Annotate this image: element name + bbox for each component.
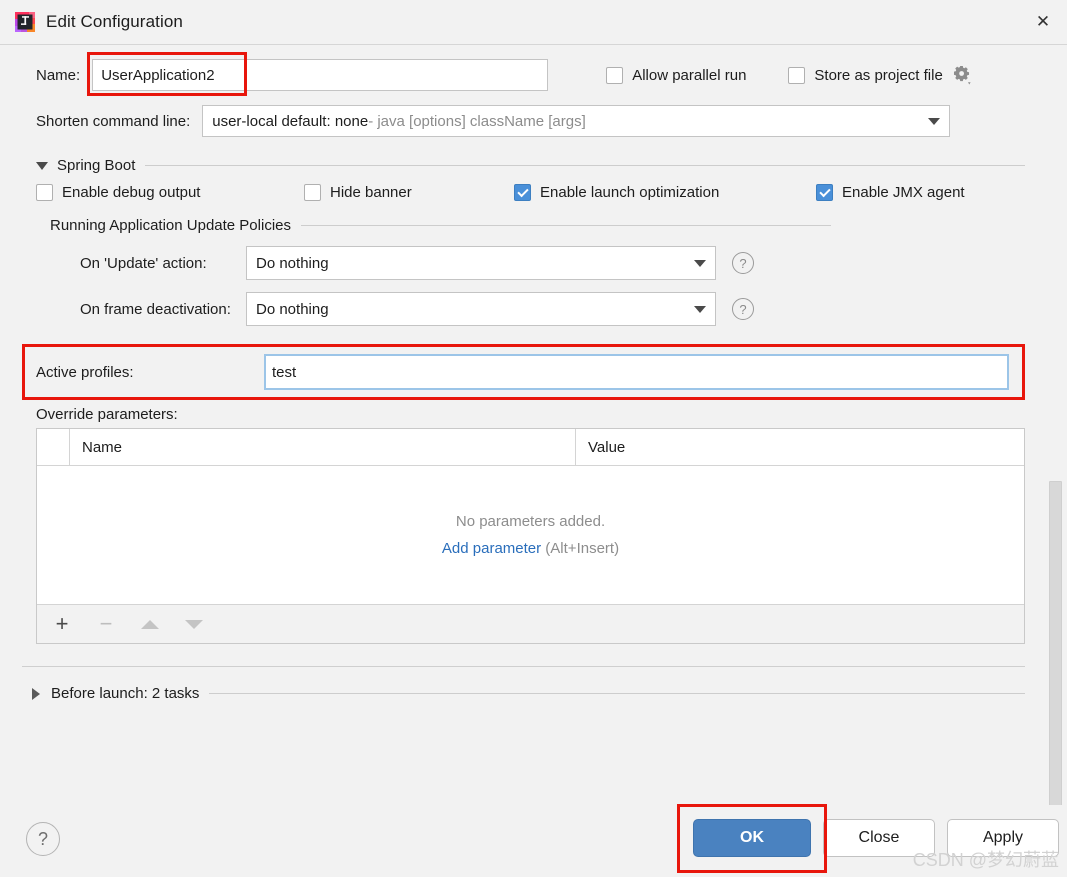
triangle-up-icon: [141, 620, 159, 629]
footer-button-group: OK Close Apply: [693, 819, 1059, 857]
on-update-action-label: On 'Update' action:: [50, 255, 246, 272]
checkbox-box: [606, 67, 623, 84]
vertical-scrollbar-thumb[interactable]: [1049, 481, 1062, 805]
store-as-project-file-checkbox[interactable]: Store as project file: [788, 67, 942, 84]
active-profiles-input[interactable]: [266, 356, 1007, 388]
table-body-empty-state: No parameters added. Add parameter (Alt+…: [37, 466, 1024, 604]
dialog-footer: ? OK Close Apply CSDN @梦幻蔚蓝: [0, 805, 1067, 877]
dialog-title: Edit Configuration: [46, 12, 183, 32]
name-input[interactable]: [92, 59, 548, 91]
divider: [22, 666, 1025, 667]
update-policies-title: Running Application Update Policies: [50, 217, 291, 234]
allow-parallel-run-checkbox[interactable]: Allow parallel run: [606, 67, 746, 84]
table-toolbar: + −: [37, 604, 1024, 643]
ok-button[interactable]: OK: [693, 819, 811, 857]
enable-debug-output-checkbox[interactable]: Enable debug output: [36, 184, 304, 201]
on-update-action-value: Do nothing: [256, 255, 329, 272]
column-header-name: Name: [70, 429, 576, 465]
separator: [145, 165, 1025, 166]
close-button[interactable]: Close: [823, 819, 935, 857]
help-button[interactable]: ?: [26, 822, 60, 856]
active-profiles-field-wrapper: [264, 354, 1009, 390]
on-frame-deactivation-help-icon[interactable]: ?: [732, 298, 754, 320]
chevron-right-icon[interactable]: [32, 688, 40, 700]
checkbox-box: [788, 67, 805, 84]
spring-boot-checkbox-row: Enable debug output Hide banner Enable l…: [36, 184, 1067, 201]
apply-button[interactable]: Apply: [947, 819, 1059, 857]
checkbox-box: [816, 184, 833, 201]
enable-jmx-agent-checkbox[interactable]: Enable JMX agent: [816, 184, 965, 201]
intellij-idea-icon: [14, 11, 36, 33]
separator: [209, 693, 1025, 694]
active-profiles-row: Active profiles:: [0, 344, 1067, 400]
chevron-down-icon: [694, 260, 706, 267]
plus-icon: +: [56, 613, 69, 635]
empty-message: No parameters added.: [456, 513, 605, 530]
add-parameter-button[interactable]: +: [51, 613, 73, 635]
on-frame-deactivation-value: Do nothing: [256, 301, 329, 318]
active-profiles-label: Active profiles:: [36, 364, 264, 381]
shorten-value-strong: user-local default: none: [212, 113, 368, 130]
shorten-command-line-row: Shorten command line: user-local default…: [0, 101, 1067, 147]
spring-boot-section-header: Spring Boot: [36, 157, 1067, 174]
name-row: Name: Allow parallel run Store as projec…: [0, 45, 1067, 101]
move-down-button[interactable]: [183, 613, 205, 635]
gear-icon[interactable]: [952, 64, 974, 86]
on-update-action-combobox[interactable]: Do nothing: [246, 246, 716, 280]
ok-button-wrapper: OK: [693, 819, 811, 857]
close-icon[interactable]: ✕: [1019, 0, 1067, 43]
vertical-scrollbar-track[interactable]: [1052, 101, 1065, 795]
checkbox-box: [304, 184, 321, 201]
on-frame-deactivation-label: On frame deactivation:: [50, 301, 246, 318]
name-label: Name:: [36, 67, 80, 84]
spring-boot-title: Spring Boot: [57, 157, 135, 174]
table-header-row: Name Value: [37, 429, 1024, 466]
add-parameter-link[interactable]: Add parameter: [442, 540, 541, 557]
on-frame-deactivation-row: On frame deactivation: Do nothing ?: [50, 292, 1067, 326]
allow-parallel-run-label: Allow parallel run: [632, 67, 746, 84]
remove-parameter-button[interactable]: −: [95, 613, 117, 635]
name-field-wrapper: [92, 59, 548, 91]
add-parameter-shortcut: (Alt+Insert): [541, 540, 619, 557]
shorten-command-line-combobox[interactable]: user-local default: none - java [options…: [202, 105, 950, 137]
checkbox-box: [36, 184, 53, 201]
checkbox-box: [514, 184, 531, 201]
enable-launch-optimization-checkbox[interactable]: Enable launch optimization: [514, 184, 816, 201]
override-parameters-table: Name Value No parameters added. Add para…: [36, 428, 1025, 644]
dialog-content: Name: Allow parallel run Store as projec…: [0, 45, 1067, 805]
store-as-project-file-label: Store as project file: [814, 67, 942, 84]
edit-configuration-dialog: Edit Configuration ✕ Name: Allow paralle…: [0, 0, 1067, 877]
add-parameter-line: Add parameter (Alt+Insert): [442, 540, 619, 557]
update-policies-header: Running Application Update Policies: [50, 217, 1067, 234]
table-gutter-column: [37, 429, 70, 465]
hide-banner-label: Hide banner: [330, 184, 412, 201]
triangle-down-icon: [185, 620, 203, 629]
shorten-value-muted: - java [options] className [args]: [368, 113, 586, 130]
shorten-command-line-label: Shorten command line:: [36, 113, 190, 130]
on-frame-deactivation-combobox[interactable]: Do nothing: [246, 292, 716, 326]
before-launch-row: Before launch: 2 tasks: [32, 685, 1067, 702]
separator: [301, 225, 831, 226]
chevron-down-icon[interactable]: [36, 162, 48, 170]
move-up-button[interactable]: [139, 613, 161, 635]
on-update-action-help-icon[interactable]: ?: [732, 252, 754, 274]
enable-launch-optimization-label: Enable launch optimization: [540, 184, 719, 201]
hide-banner-checkbox[interactable]: Hide banner: [304, 184, 514, 201]
minus-icon: −: [100, 613, 113, 635]
column-header-value: Value: [576, 429, 1024, 465]
chevron-down-icon: [694, 306, 706, 313]
enable-debug-output-label: Enable debug output: [62, 184, 200, 201]
enable-jmx-agent-label: Enable JMX agent: [842, 184, 965, 201]
chevron-down-icon: [928, 118, 940, 125]
title-bar: Edit Configuration ✕: [0, 0, 1067, 45]
before-launch-label: Before launch: 2 tasks: [51, 685, 199, 702]
override-parameters-label: Override parameters:: [36, 406, 1067, 423]
on-update-action-row: On 'Update' action: Do nothing ?: [50, 246, 1067, 280]
